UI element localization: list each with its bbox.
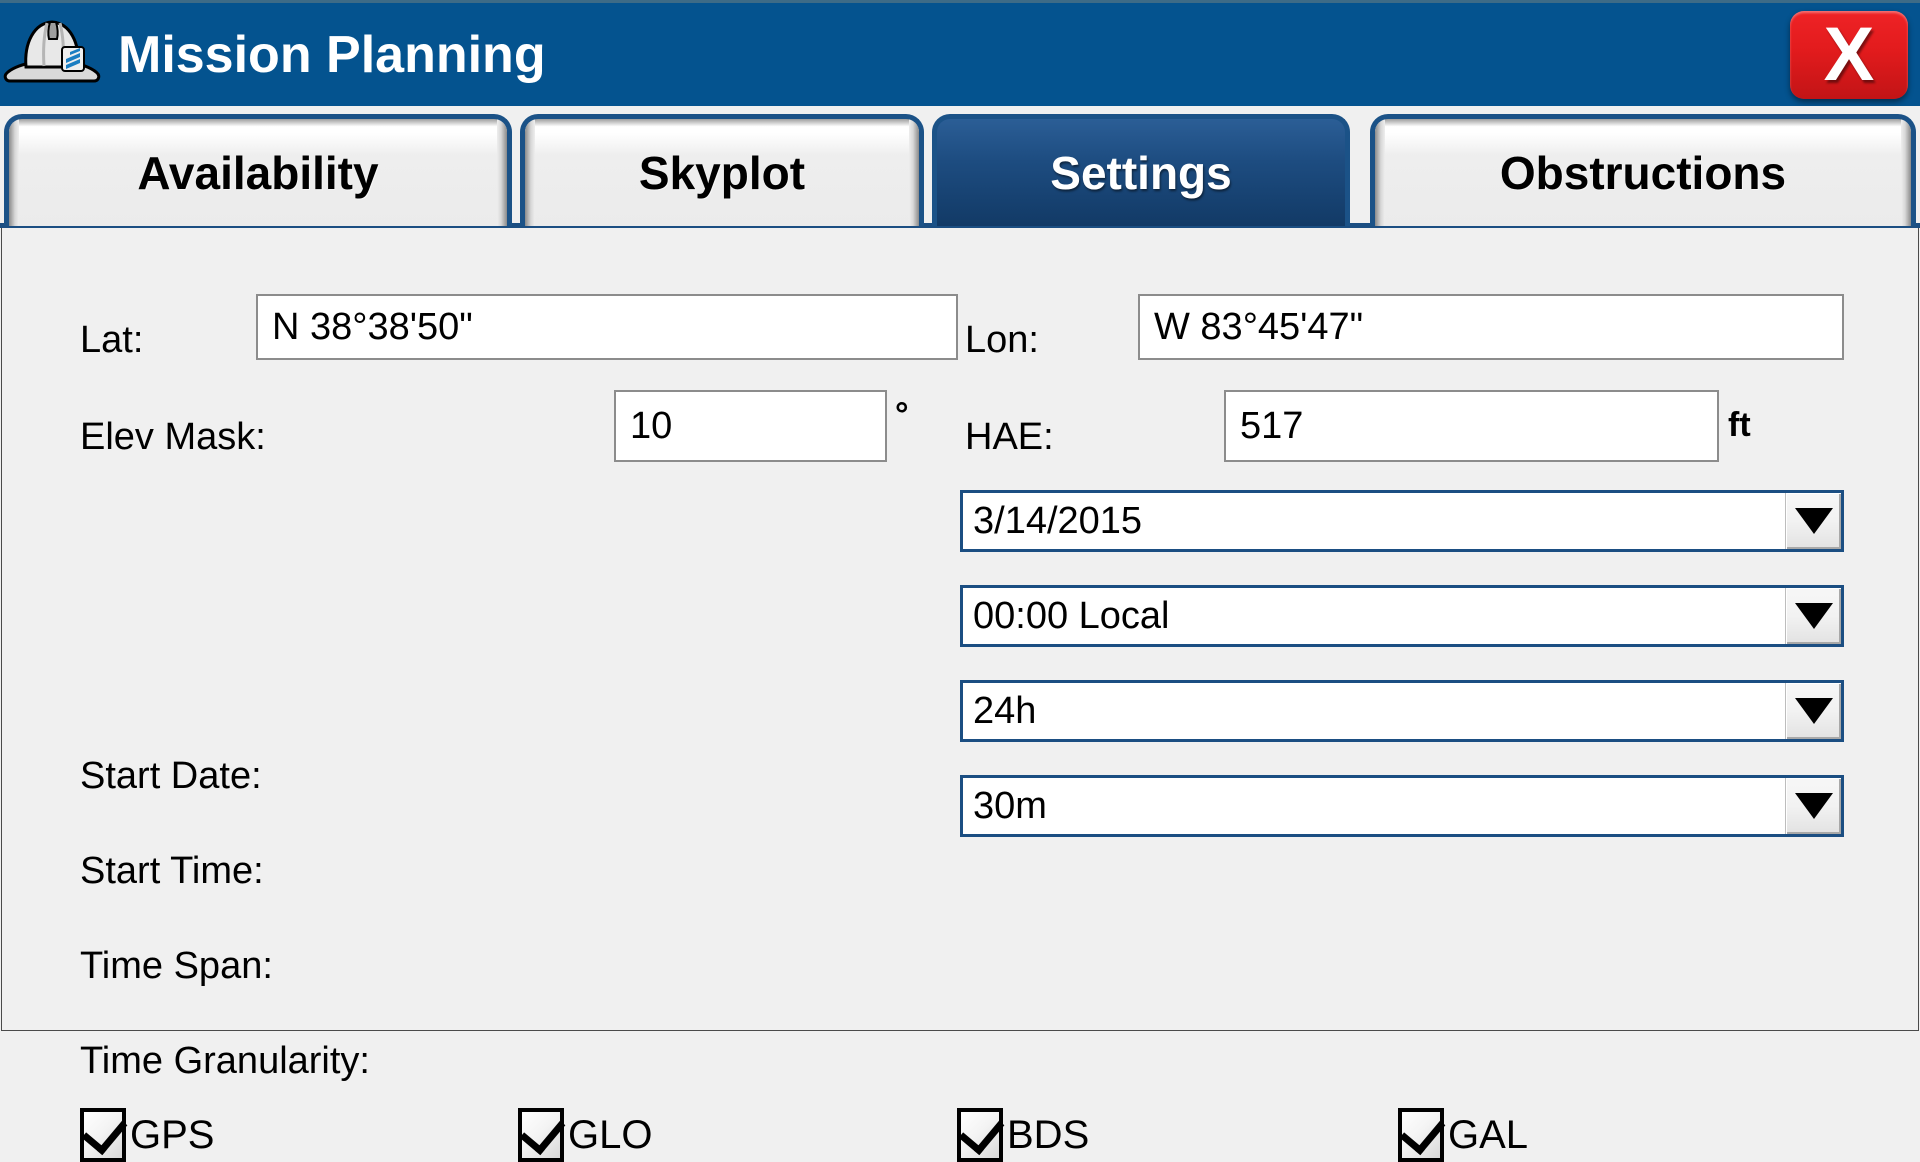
start-time-label: Start Time:	[80, 850, 264, 892]
checkbox-icon	[80, 1107, 128, 1162]
checkbox-label: GLO	[568, 1113, 653, 1157]
checkbox-icon	[518, 1107, 566, 1162]
close-button[interactable]: X	[1790, 11, 1908, 99]
hae-label: HAE:	[965, 416, 1054, 458]
tab-bar: Availability Skyplot Settings Obstructio…	[0, 106, 1920, 228]
chevron-down-icon[interactable]	[1785, 683, 1841, 739]
checkbox-glo[interactable]: GLO	[518, 1107, 653, 1162]
time-granularity-label: Time Granularity:	[80, 1040, 370, 1082]
tab-label: Settings	[1050, 146, 1232, 199]
lon-input[interactable]: W 83°45'47"	[1138, 294, 1844, 360]
checkbox-gps[interactable]: GPS	[80, 1107, 215, 1162]
hae-unit: ft	[1728, 406, 1751, 444]
tab-availability[interactable]: Availability	[4, 114, 512, 226]
elev-mask-unit: °	[895, 396, 909, 434]
tab-settings[interactable]: Settings	[932, 114, 1350, 226]
checkbox-label: BDS	[1007, 1113, 1090, 1157]
start-time-dropdown[interactable]: 00:00 Local	[960, 585, 1844, 647]
mission-planning-window: Mission Planning X Availability Skyplot …	[0, 0, 1920, 1162]
start-date-dropdown[interactable]: 3/14/2015	[960, 490, 1844, 552]
tab-label: Obstructions	[1499, 146, 1787, 199]
time-granularity-dropdown[interactable]: 30m	[960, 775, 1844, 837]
chevron-down-icon[interactable]	[1785, 778, 1841, 834]
tab-label: Availability	[137, 146, 379, 199]
title-bar: Mission Planning X	[0, 0, 1920, 106]
chevron-down-icon[interactable]	[1785, 493, 1841, 549]
checkbox-icon	[1398, 1107, 1446, 1162]
settings-panel: Lat: N 38°38'50" Lon: W 83°45'47" Elev M…	[1, 228, 1919, 1162]
lat-input[interactable]: N 38°38'50"	[256, 294, 958, 360]
time-span-label: Time Span:	[80, 945, 273, 987]
tab-skyplot[interactable]: Skyplot	[520, 114, 924, 226]
hae-input[interactable]: 517	[1224, 390, 1719, 462]
time-span-value: 24h	[973, 689, 1037, 732]
elev-mask-label: Elev Mask:	[80, 416, 266, 458]
checkbox-icon	[957, 1107, 1005, 1162]
checkbox-label: GPS	[130, 1113, 215, 1157]
window-title: Mission Planning	[118, 25, 546, 84]
checkbox-bds[interactable]: BDS	[957, 1107, 1090, 1162]
start-date-label: Start Date:	[80, 755, 262, 797]
tab-obstructions[interactable]: Obstructions	[1370, 114, 1916, 226]
start-time-value: 00:00 Local	[973, 594, 1170, 637]
lon-label: Lon:	[965, 319, 1039, 361]
checkbox-gal[interactable]: GAL	[1398, 1107, 1529, 1162]
hard-hat-icon	[0, 9, 104, 105]
time-span-dropdown[interactable]: 24h	[960, 680, 1844, 742]
elev-mask-input[interactable]: 10	[614, 390, 887, 462]
tab-label: Skyplot	[638, 146, 806, 199]
close-icon: X	[1823, 12, 1875, 97]
start-date-value: 3/14/2015	[973, 499, 1143, 542]
lat-label: Lat:	[80, 319, 144, 361]
checkbox-label: GAL	[1448, 1113, 1529, 1157]
chevron-down-icon[interactable]	[1785, 588, 1841, 644]
time-granularity-value: 30m	[973, 784, 1047, 827]
